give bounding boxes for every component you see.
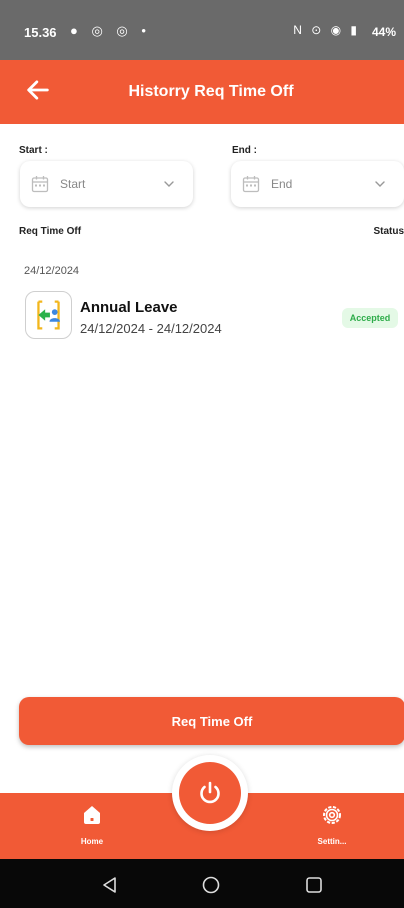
notification-icons: ● ◎ ◎ • — [70, 23, 151, 38]
recents-square-icon[interactable] — [305, 876, 323, 894]
status-bar: 15.36 ● ◎ ◎ • N ⊙ ◉ ▮ 44% — [0, 0, 404, 60]
end-date-dropdown[interactable]: End — [231, 161, 404, 207]
end-date-value: End — [271, 177, 293, 191]
calendar-icon — [242, 176, 260, 193]
chevron-down-icon — [164, 181, 174, 187]
battery-level: 44% — [371, 25, 396, 39]
status-time: 15.36 — [24, 25, 57, 40]
start-date-dropdown[interactable]: Start — [20, 161, 193, 207]
start-date-value: Start — [60, 177, 86, 191]
gear-icon — [323, 806, 341, 824]
list-item[interactable]: Annual Leave 24/12/2024 - 24/12/2024 Acc… — [0, 290, 404, 344]
leave-icon — [25, 291, 72, 339]
calendar-icon — [31, 176, 49, 193]
nav-label-home: Home — [80, 837, 104, 846]
req-time-off-button[interactable]: Req Time Off — [19, 697, 404, 745]
nav-item-settings[interactable]: Settin... — [287, 793, 377, 859]
power-button[interactable] — [179, 762, 241, 824]
column-header-status: Status — [373, 226, 404, 237]
leave-date-range: 24/12/2024 - 24/12/2024 — [80, 321, 222, 336]
home-icon — [84, 806, 100, 824]
group-date: 24/12/2024 — [24, 265, 80, 277]
column-header-req-time-off: Req Time Off — [19, 226, 82, 237]
status-badge: Accepted — [342, 308, 398, 328]
end-label: End : — [232, 145, 257, 156]
home-circle-icon[interactable] — [202, 876, 220, 894]
chevron-down-icon — [375, 181, 385, 187]
nav-item-home[interactable]: Home — [47, 793, 137, 859]
power-icon — [200, 781, 220, 804]
start-label: Start : — [19, 145, 48, 156]
system-nav-bar — [0, 859, 404, 908]
system-status-icons: N ⊙ ◉ ▮ — [293, 23, 360, 37]
page-title: Historry Req Time Off — [128, 83, 294, 100]
nav-label-settings: Settin... — [317, 837, 347, 846]
app-bar: Historry Req Time Off — [0, 60, 404, 124]
back-triangle-icon[interactable] — [101, 876, 119, 894]
leave-type: Annual Leave — [80, 299, 178, 316]
